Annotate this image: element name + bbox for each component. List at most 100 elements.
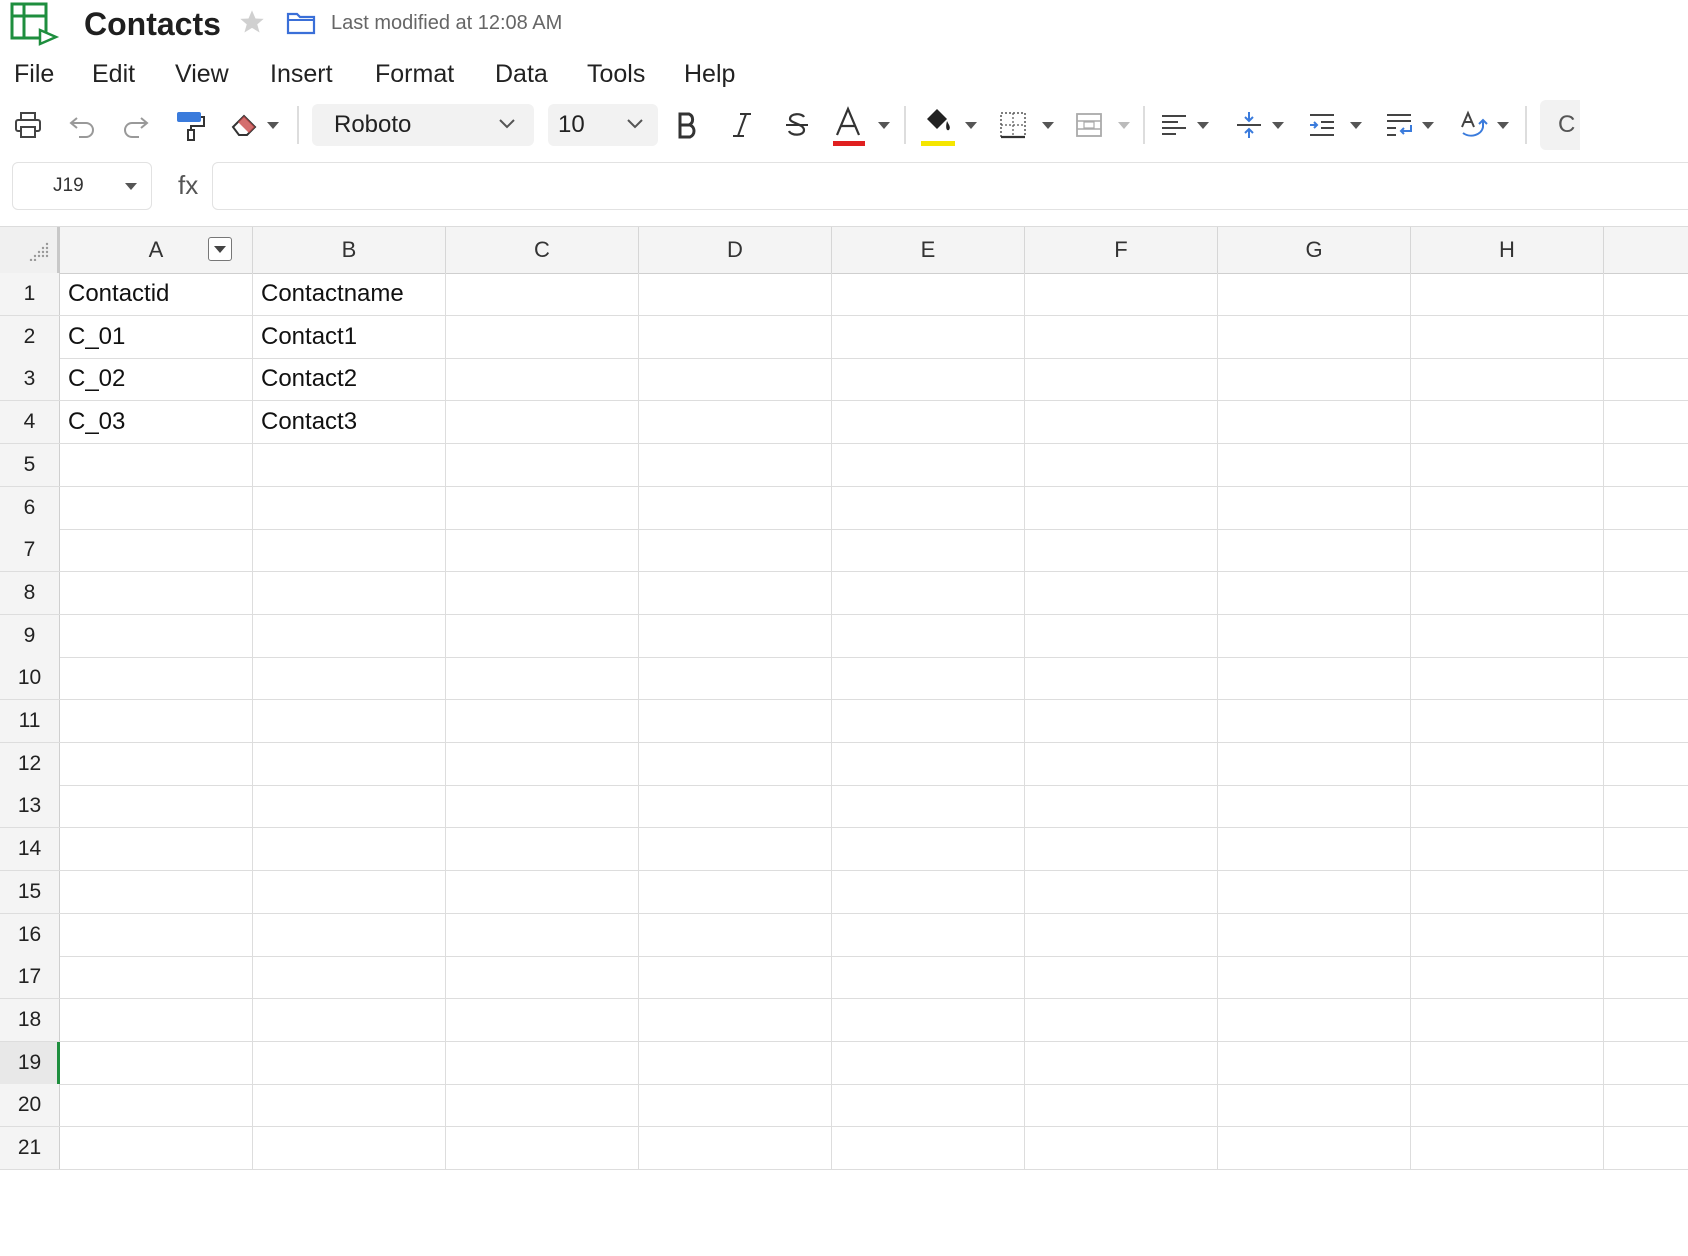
cell-d19[interactable] bbox=[639, 1041, 832, 1084]
cell-f12[interactable] bbox=[1025, 742, 1218, 785]
cell-h18[interactable] bbox=[1411, 998, 1604, 1041]
cell-b16[interactable] bbox=[253, 913, 446, 956]
cell-h12[interactable] bbox=[1411, 742, 1604, 785]
menu-format[interactable]: Format bbox=[375, 52, 454, 96]
cell-e16[interactable] bbox=[832, 913, 1025, 956]
cell-e7[interactable] bbox=[832, 529, 1025, 572]
cell-f8[interactable] bbox=[1025, 571, 1218, 614]
text-rotation-button[interactable] bbox=[1456, 100, 1492, 150]
cell-g9[interactable] bbox=[1218, 614, 1411, 657]
merge-cells-dropdown-icon[interactable] bbox=[1118, 122, 1130, 129]
cell-h16[interactable] bbox=[1411, 913, 1604, 956]
column-header-g[interactable]: G bbox=[1218, 227, 1411, 273]
cell-d4[interactable] bbox=[639, 401, 832, 444]
cell-a20[interactable] bbox=[60, 1084, 253, 1127]
column-header-d[interactable]: D bbox=[639, 227, 832, 273]
cell-g16[interactable] bbox=[1218, 913, 1411, 956]
column-header-e[interactable]: E bbox=[832, 227, 1025, 273]
cell-e5[interactable] bbox=[832, 443, 1025, 486]
cell-a15[interactable] bbox=[60, 870, 253, 913]
row-header[interactable]: 18 bbox=[0, 998, 60, 1041]
cell-d9[interactable] bbox=[639, 614, 832, 657]
cell-g5[interactable] bbox=[1218, 443, 1411, 486]
cell-e8[interactable] bbox=[832, 571, 1025, 614]
cell-e19[interactable] bbox=[832, 1041, 1025, 1084]
row-header[interactable]: 6 bbox=[0, 486, 60, 529]
cell-g6[interactable] bbox=[1218, 486, 1411, 529]
row-header[interactable]: 14 bbox=[0, 828, 60, 871]
cell-f14[interactable] bbox=[1025, 828, 1218, 871]
cell-h1[interactable] bbox=[1411, 273, 1604, 315]
cell-d21[interactable] bbox=[639, 1127, 832, 1169]
cell-c17[interactable] bbox=[446, 956, 639, 999]
font-family-select[interactable]: Roboto bbox=[312, 104, 534, 146]
cell-g13[interactable] bbox=[1218, 785, 1411, 828]
cell-g10[interactable] bbox=[1218, 657, 1411, 700]
row-header[interactable]: 19 bbox=[0, 1041, 60, 1084]
cell-a16[interactable] bbox=[60, 913, 253, 956]
cell-d20[interactable] bbox=[639, 1084, 832, 1127]
horizontal-align-dropdown-icon[interactable] bbox=[1197, 122, 1209, 129]
folder-icon[interactable] bbox=[286, 10, 316, 36]
font-size-select[interactable]: 10 bbox=[548, 104, 658, 146]
cell-e1[interactable] bbox=[832, 273, 1025, 315]
text-wrap-dropdown-icon[interactable] bbox=[1422, 122, 1434, 129]
strikethrough-button[interactable] bbox=[779, 100, 815, 150]
cell-e17[interactable] bbox=[832, 956, 1025, 999]
column-header-a[interactable]: A bbox=[60, 227, 253, 273]
cell-f5[interactable] bbox=[1025, 443, 1218, 486]
toolbar-overflow-button[interactable]: C bbox=[1540, 100, 1580, 150]
text-wrap-button[interactable] bbox=[1382, 100, 1416, 150]
cell-b17[interactable] bbox=[253, 956, 446, 999]
cell-c7[interactable] bbox=[446, 529, 639, 572]
cell-e2[interactable] bbox=[832, 315, 1025, 358]
cell-b20[interactable] bbox=[253, 1084, 446, 1127]
name-box-dropdown-icon[interactable] bbox=[125, 183, 137, 190]
cell-g7[interactable] bbox=[1218, 529, 1411, 572]
row-header[interactable]: 10 bbox=[0, 657, 60, 700]
cell-g2[interactable] bbox=[1218, 315, 1411, 358]
column-header-b[interactable]: B bbox=[253, 227, 446, 273]
menu-help[interactable]: Help bbox=[684, 52, 735, 96]
cell-e3[interactable] bbox=[832, 358, 1025, 401]
row-header[interactable]: 12 bbox=[0, 742, 60, 785]
text-color-button[interactable] bbox=[828, 100, 868, 150]
cell-d14[interactable] bbox=[639, 828, 832, 871]
cell-c12[interactable] bbox=[446, 742, 639, 785]
cell-a11[interactable] bbox=[60, 700, 253, 742]
fill-color-dropdown-icon[interactable] bbox=[965, 122, 977, 129]
cell-d8[interactable] bbox=[639, 571, 832, 614]
cell-c21[interactable] bbox=[446, 1127, 639, 1169]
cell-h10[interactable] bbox=[1411, 657, 1604, 700]
cell-f15[interactable] bbox=[1025, 870, 1218, 913]
cell-f11[interactable] bbox=[1025, 700, 1218, 742]
cell-d6[interactable] bbox=[639, 486, 832, 529]
menu-tools[interactable]: Tools bbox=[587, 52, 645, 96]
cell-b14[interactable] bbox=[253, 828, 446, 871]
row-header[interactable]: 17 bbox=[0, 956, 60, 999]
cell-f13[interactable] bbox=[1025, 785, 1218, 828]
cell-d17[interactable] bbox=[639, 956, 832, 999]
row-header[interactable]: 4 bbox=[0, 401, 60, 444]
cell-d2[interactable] bbox=[639, 315, 832, 358]
row-header[interactable]: 7 bbox=[0, 529, 60, 572]
clear-format-button[interactable] bbox=[226, 100, 262, 150]
cell-f10[interactable] bbox=[1025, 657, 1218, 700]
cell-c15[interactable] bbox=[446, 870, 639, 913]
indent-button[interactable] bbox=[1305, 100, 1339, 150]
cell-g19[interactable] bbox=[1218, 1041, 1411, 1084]
cell-f9[interactable] bbox=[1025, 614, 1218, 657]
cell-d13[interactable] bbox=[639, 785, 832, 828]
cell-d5[interactable] bbox=[639, 443, 832, 486]
cell-a7[interactable] bbox=[60, 529, 253, 572]
cell-g1[interactable] bbox=[1218, 273, 1411, 315]
cell-h4[interactable] bbox=[1411, 401, 1604, 444]
cell-d12[interactable] bbox=[639, 742, 832, 785]
cell-c18[interactable] bbox=[446, 998, 639, 1041]
cell-c1[interactable] bbox=[446, 273, 639, 315]
cell-b1[interactable]: Contactname bbox=[253, 273, 446, 315]
cell-c9[interactable] bbox=[446, 614, 639, 657]
cell-a17[interactable] bbox=[60, 956, 253, 999]
cell-g12[interactable] bbox=[1218, 742, 1411, 785]
cell-f7[interactable] bbox=[1025, 529, 1218, 572]
